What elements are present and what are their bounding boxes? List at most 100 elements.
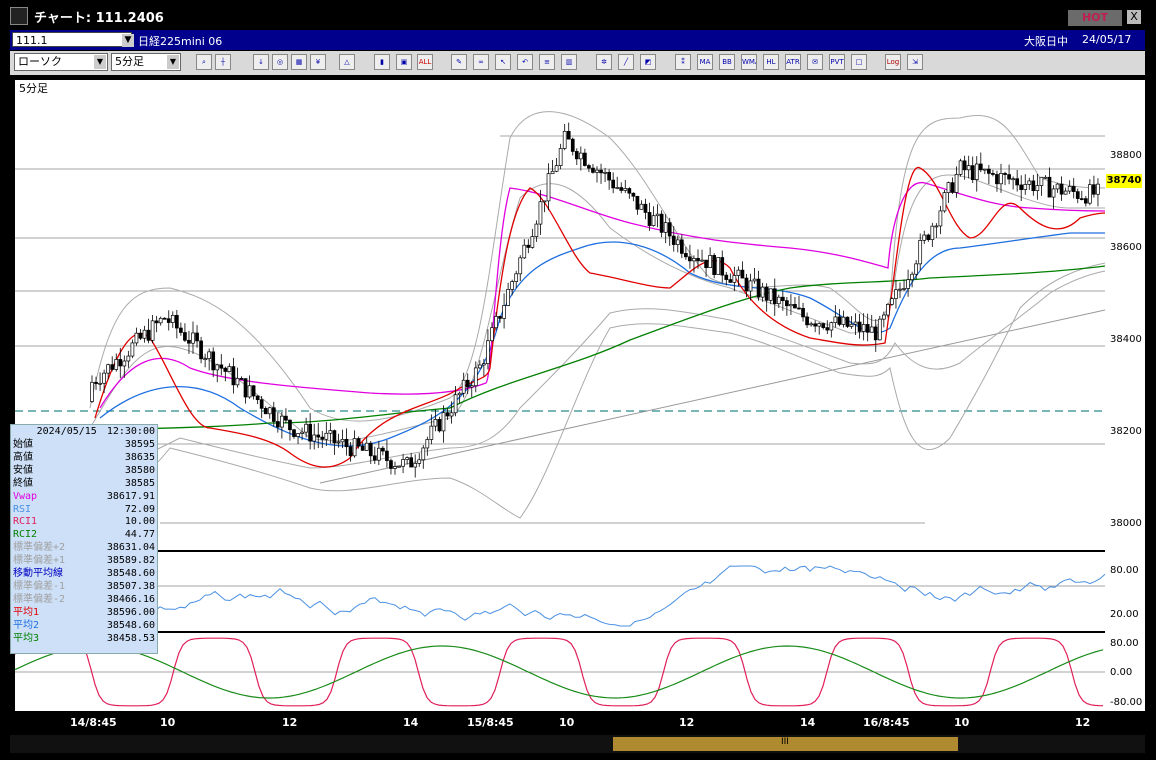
candle-body bbox=[352, 438, 357, 457]
scroll-thumb[interactable]: III bbox=[613, 737, 958, 751]
ma-icon[interactable]: MA bbox=[697, 54, 713, 70]
candle-body bbox=[267, 407, 272, 415]
undo-icon[interactable]: ↶ bbox=[517, 54, 533, 70]
frame-icon[interactable]: □ bbox=[851, 54, 867, 70]
candle-body bbox=[1027, 180, 1032, 185]
candle-body bbox=[1035, 185, 1040, 192]
all-icon[interactable]: ALL bbox=[417, 54, 433, 70]
candle-body bbox=[215, 364, 220, 371]
candle-body bbox=[199, 340, 203, 360]
log-icon[interactable]: Log bbox=[885, 54, 901, 70]
chevron-down-icon[interactable]: ▼ bbox=[122, 34, 134, 47]
candle-body bbox=[449, 412, 454, 417]
chart-type-select[interactable]: ローソク ▼ bbox=[14, 53, 108, 71]
candle-body bbox=[534, 223, 539, 237]
atr-icon[interactable]: ATR bbox=[785, 54, 801, 70]
candle-body bbox=[651, 215, 656, 226]
link-icon[interactable]: ∞ bbox=[473, 54, 489, 70]
candle-body bbox=[340, 438, 345, 443]
search-icon[interactable]: ◎ bbox=[272, 54, 288, 70]
candle-body bbox=[671, 235, 676, 245]
ichimoku-icon[interactable]: ⁑ bbox=[675, 54, 691, 70]
candle-body bbox=[934, 225, 939, 228]
hl-icon[interactable]: HL bbox=[763, 54, 779, 70]
hot-button[interactable]: HOT bbox=[1068, 10, 1122, 26]
candle-body bbox=[332, 430, 337, 444]
candle-body bbox=[970, 165, 975, 180]
candle-body bbox=[1083, 198, 1088, 204]
info-row-label: 標準偏差-1 bbox=[13, 580, 66, 592]
color-icon[interactable]: ◩ bbox=[640, 54, 656, 70]
list-icon[interactable]: ≡ bbox=[539, 54, 555, 70]
close-button[interactable]: X bbox=[1127, 10, 1141, 24]
candle-body bbox=[158, 317, 163, 324]
candle-body bbox=[643, 203, 648, 213]
candle-icon[interactable]: ▮ bbox=[374, 54, 390, 70]
candle-body bbox=[898, 288, 902, 291]
envelope-icon[interactable]: ✉ bbox=[807, 54, 823, 70]
drawing-icon[interactable]: △ bbox=[339, 54, 355, 70]
candle-body bbox=[542, 200, 547, 203]
download-icon[interactable]: ↓ bbox=[253, 54, 269, 70]
wma-icon[interactable]: WMA bbox=[741, 54, 757, 70]
candle-body bbox=[134, 332, 139, 344]
candle-body bbox=[902, 288, 906, 290]
chevron-down-icon[interactable]: ▼ bbox=[167, 55, 179, 69]
candle-body bbox=[663, 222, 668, 233]
chevron-down-icon[interactable]: ▼ bbox=[94, 55, 106, 69]
pvt-icon[interactable]: PVT bbox=[829, 54, 845, 70]
candle-body bbox=[324, 432, 329, 440]
price-chart[interactable]: 5分足 38800 38600 38400 38200 38000 80.00 … bbox=[10, 78, 1145, 713]
candle-body bbox=[873, 326, 878, 341]
time-label: 10 bbox=[954, 716, 970, 729]
info-row-value: 72.09 bbox=[124, 503, 155, 515]
info-row: 平均1 38596.00 bbox=[13, 607, 155, 619]
candle-body bbox=[869, 326, 874, 333]
candle-body bbox=[615, 187, 620, 189]
pencil-icon[interactable]: ✎ bbox=[451, 54, 467, 70]
candle-body bbox=[906, 279, 910, 289]
candle-body bbox=[405, 457, 409, 460]
crosshair-icon[interactable]: ┼ bbox=[215, 54, 231, 70]
candle-body bbox=[918, 240, 923, 265]
candle-body bbox=[894, 289, 898, 300]
box-icon[interactable]: ▣ bbox=[396, 54, 412, 70]
candle-body bbox=[251, 385, 256, 397]
instrument-name: 日経225mini 06 bbox=[138, 35, 223, 48]
settings-icon[interactable]: ✲ bbox=[596, 54, 612, 70]
candle-body bbox=[102, 372, 106, 384]
yen-icon[interactable]: ¥ bbox=[310, 54, 326, 70]
candle-body bbox=[530, 236, 535, 248]
zoom-icon[interactable]: ⌕ bbox=[196, 54, 212, 70]
info-row-label: 安値 bbox=[13, 464, 33, 476]
candle-body bbox=[837, 316, 842, 325]
info-row-label: 平均2 bbox=[13, 619, 40, 631]
candle-body bbox=[409, 457, 414, 468]
arrow-icon[interactable]: ↖ bbox=[495, 54, 511, 70]
symbol-select[interactable]: 111.1 ▼ bbox=[12, 32, 134, 47]
candle-body bbox=[235, 378, 240, 386]
candle-body bbox=[98, 382, 102, 385]
chart-scrollbar[interactable]: III bbox=[10, 735, 1145, 753]
candle-body bbox=[259, 399, 264, 409]
eraser-icon[interactable]: ╱ bbox=[618, 54, 634, 70]
candle-body bbox=[166, 318, 171, 323]
time-axis: 14/8:45 10 12 14 15/8:45 10 12 14 16/8:4… bbox=[10, 713, 1145, 735]
candle-body bbox=[599, 169, 603, 174]
candle-body bbox=[526, 244, 531, 248]
bb-icon[interactable]: BB bbox=[719, 54, 735, 70]
candle-body bbox=[243, 378, 248, 398]
candle-body bbox=[849, 323, 854, 327]
candle-body bbox=[789, 304, 793, 307]
candle-body bbox=[728, 279, 733, 283]
timeframe-select[interactable]: 5分足 ▼ bbox=[111, 53, 181, 71]
export-icon[interactable]: ⇲ bbox=[907, 54, 923, 70]
candle-body bbox=[170, 315, 175, 323]
candle-body bbox=[465, 379, 470, 388]
candle-body bbox=[1039, 176, 1044, 186]
grid-icon[interactable]: ▦ bbox=[291, 54, 307, 70]
time-label: 12 bbox=[282, 716, 298, 729]
trash-icon[interactable]: ▥ bbox=[561, 54, 577, 70]
candle-body bbox=[280, 415, 284, 428]
rsi-axis-label: 20.00 bbox=[1110, 609, 1139, 620]
